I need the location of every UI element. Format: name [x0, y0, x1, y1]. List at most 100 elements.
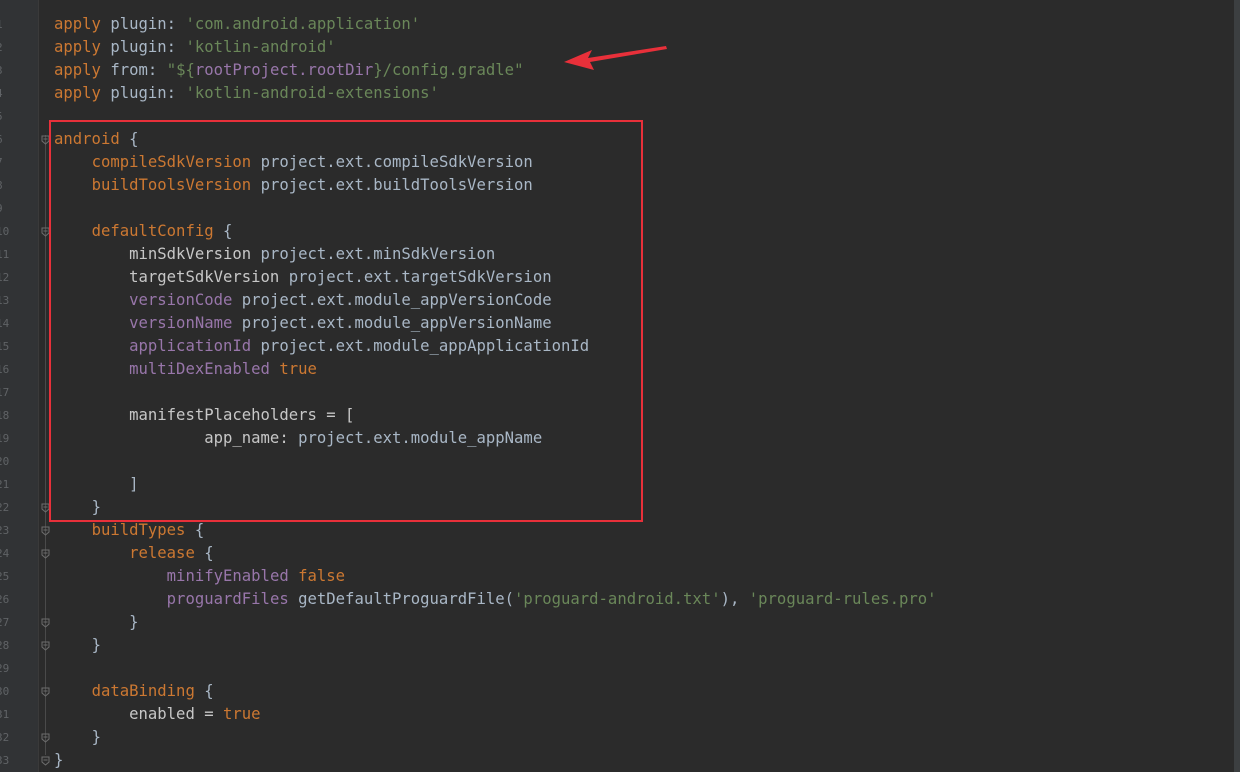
line-number: 5	[0, 105, 6, 128]
line-number: 16	[0, 363, 10, 376]
scrollbar-track[interactable]	[1234, 0, 1240, 772]
code-line[interactable]: apply plugin: 'com.android.application'	[54, 13, 420, 36]
line-number: 21	[0, 478, 10, 491]
line-number: 27	[0, 616, 10, 629]
code-token: "${	[166, 61, 195, 79]
fold-marker-icon[interactable]	[41, 526, 50, 536]
code-line[interactable]: apply from: "${rootProject.rootDir}/conf…	[54, 59, 523, 82]
code-token: 'com.android.application'	[185, 15, 421, 33]
code-line[interactable]: apply plugin: 'kotlin-android'	[54, 36, 336, 59]
fold-marker-icon[interactable]	[41, 687, 50, 697]
line-number: 2	[0, 36, 6, 59]
gutter-divider	[38, 0, 39, 772]
code-token: 'kotlin-android-extensions'	[185, 84, 439, 102]
line-number: 18	[0, 409, 10, 422]
line-number: 6	[0, 128, 6, 151]
code-token: plugin:	[110, 84, 186, 102]
code-line[interactable]: apply plugin: 'kotlin-android-extensions…	[54, 82, 439, 105]
line-number: 28	[0, 639, 10, 652]
line-number: 24	[0, 547, 10, 560]
line-number: 32	[0, 731, 10, 744]
code-token: plugin:	[110, 38, 186, 56]
fold-marker-icon[interactable]	[41, 733, 50, 743]
code-line[interactable]: dataBinding {	[54, 680, 214, 703]
line-number: 7	[0, 151, 6, 174]
line-number: 14	[0, 317, 10, 330]
code-token: enabled =	[129, 705, 223, 723]
line-number: 23	[0, 524, 10, 537]
code-line[interactable]: }	[54, 611, 139, 634]
code-line[interactable]: proguardFiles getDefaultProguardFile('pr…	[54, 588, 937, 611]
code-line[interactable]: enabled = true	[54, 703, 261, 726]
code-token: apply	[54, 61, 111, 79]
code-token: }	[91, 636, 101, 654]
code-line[interactable]: buildTypes {	[54, 519, 205, 542]
code-token: minifyEnabled	[166, 567, 299, 585]
code-token: 'proguard-android.txt'	[514, 590, 721, 608]
code-token: false	[298, 567, 346, 585]
line-number: 17	[0, 386, 10, 399]
line-number: 13	[0, 294, 10, 307]
highlight-box-annotation	[49, 120, 643, 522]
code-token: buildTypes	[91, 521, 195, 539]
line-number: 33	[0, 754, 10, 767]
code-token: 'proguard-rules.pro'	[748, 590, 937, 608]
code-token: getDefaultProguardFile	[298, 590, 505, 608]
code-token: {	[204, 544, 214, 562]
code-token: apply	[54, 84, 111, 102]
code-token: }/config.gradle"	[373, 61, 524, 79]
line-number: 10	[0, 225, 10, 238]
code-line[interactable]: release {	[54, 542, 214, 565]
line-number: 25	[0, 570, 10, 583]
red-arrow-annotation	[564, 46, 667, 70]
code-token: 'kotlin-android'	[185, 38, 336, 56]
code-token: from:	[110, 61, 167, 79]
code-token: {	[204, 682, 214, 700]
code-line[interactable]: }	[54, 634, 101, 657]
code-line[interactable]: }	[54, 726, 101, 749]
code-editor[interactable]: 1234567891011121314151617181920212223242…	[0, 0, 1240, 772]
code-token: }	[129, 613, 139, 631]
code-token: (	[504, 590, 515, 608]
line-number: 11	[0, 248, 10, 261]
line-number-gutter: 1234567891011121314151617181920212223242…	[0, 0, 38, 772]
line-number: 1	[0, 13, 6, 36]
line-number: 29	[0, 662, 10, 675]
fold-marker-icon[interactable]	[41, 549, 50, 559]
code-token: {	[194, 521, 205, 539]
line-number: 20	[0, 455, 10, 468]
code-token: release	[129, 544, 205, 562]
code-line[interactable]: }	[54, 749, 63, 772]
line-number: 9	[0, 197, 6, 220]
line-number: 31	[0, 708, 10, 721]
code-token: }	[91, 728, 101, 746]
code-token: true	[223, 705, 261, 723]
line-number: 22	[0, 501, 10, 514]
code-line[interactable]: minifyEnabled false	[54, 565, 345, 588]
code-token: apply	[54, 15, 111, 33]
line-number: 8	[0, 174, 6, 197]
code-token: rootProject.rootDir	[194, 61, 374, 79]
code-token: dataBinding	[91, 682, 205, 700]
line-number: 12	[0, 271, 10, 284]
code-token: proguardFiles	[166, 590, 299, 608]
code-token: apply	[54, 38, 111, 56]
fold-marker-icon[interactable]	[41, 641, 50, 651]
code-token: ),	[720, 590, 749, 608]
fold-marker-icon[interactable]	[41, 618, 50, 628]
code-token: plugin:	[110, 15, 186, 33]
code-token: }	[54, 751, 64, 769]
line-number: 30	[0, 685, 10, 698]
line-number: 4	[0, 82, 6, 105]
line-number: 19	[0, 432, 10, 445]
fold-marker-icon[interactable]	[41, 756, 50, 766]
line-number: 15	[0, 340, 10, 353]
